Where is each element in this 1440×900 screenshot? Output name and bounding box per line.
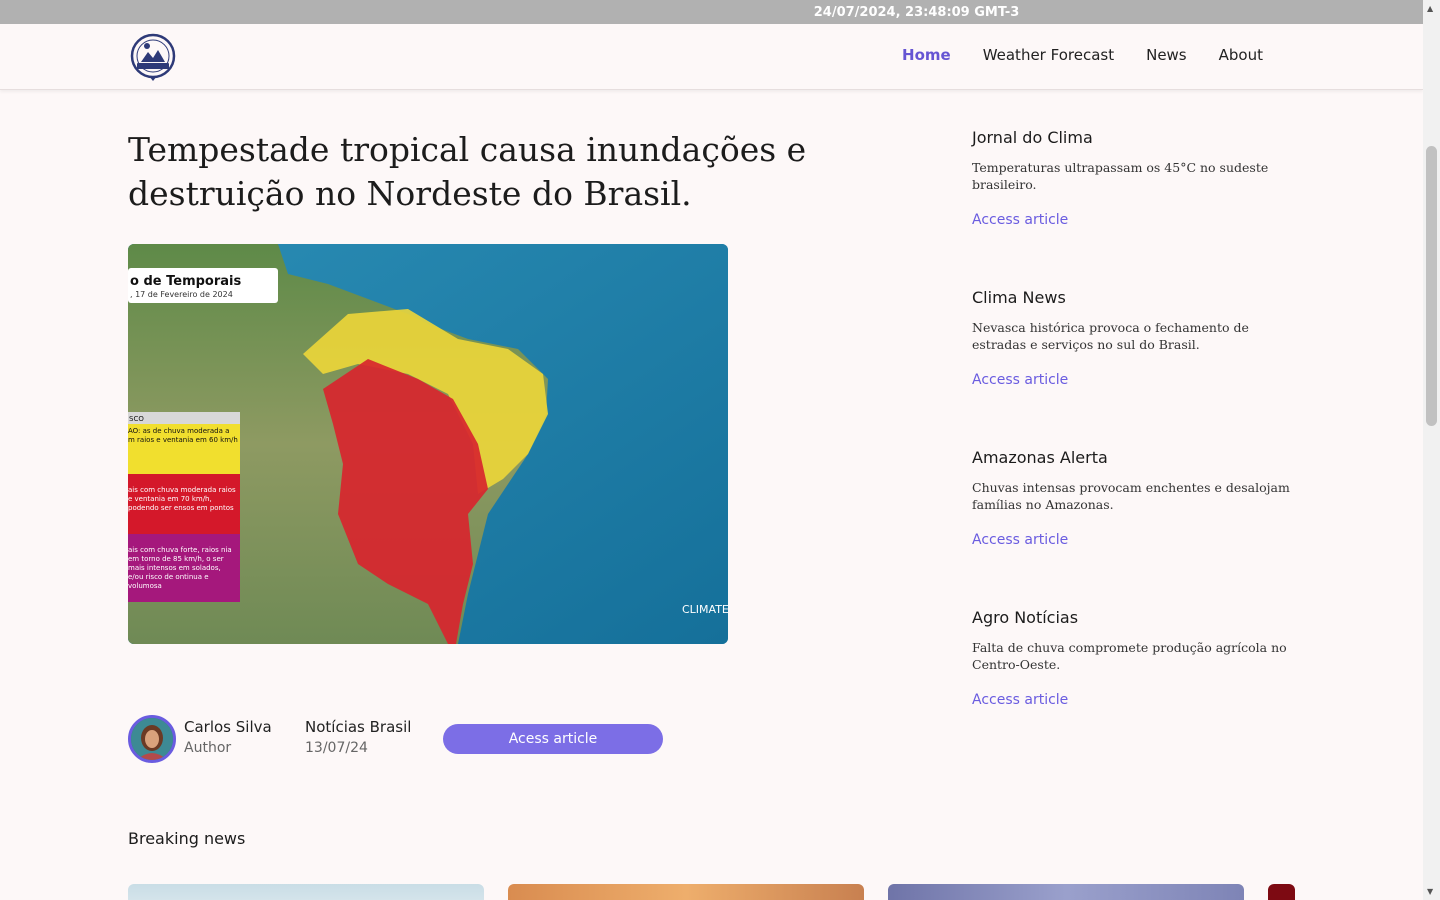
sidebar-news-desc: Chuvas intensas provocam enchentes e des… bbox=[972, 480, 1290, 512]
article-hero-image[interactable]: o de Temporais , 17 de Fevereiro de 2024… bbox=[128, 244, 728, 644]
datetime-bar: 24/07/2024, 23:48:09 GMT-3 bbox=[0, 0, 1423, 24]
sidebar-news-title: Clima News bbox=[972, 288, 1066, 307]
sidebar-news-desc: Falta de chuva compromete produção agríc… bbox=[972, 640, 1287, 672]
sidebar-news: Jornal do Clima Temperaturas ultrapassam… bbox=[972, 128, 1302, 768]
map-legend-header: SCO bbox=[129, 415, 144, 423]
breaking-news-heading: Breaking news bbox=[128, 829, 246, 848]
author-avatar bbox=[128, 715, 176, 763]
map-date: , 17 de Fevereiro de 2024 bbox=[130, 290, 233, 299]
access-article-button[interactable]: Acess article bbox=[443, 724, 663, 754]
page-scrollbar[interactable]: ▲ ▼ bbox=[1423, 0, 1440, 900]
nav-home[interactable]: Home bbox=[902, 46, 951, 64]
legend-purple-text: ais com chuva forte, raios nia em torno … bbox=[128, 546, 232, 590]
sidebar-access-link[interactable]: Access article bbox=[972, 212, 1068, 228]
breaking-news-card[interactable] bbox=[1268, 884, 1295, 900]
weather-trip-logo[interactable] bbox=[129, 32, 177, 82]
sidebar-access-link[interactable]: Access article bbox=[972, 692, 1068, 708]
sidebar-news-title: Jornal do Clima bbox=[972, 128, 1093, 147]
nav-news[interactable]: News bbox=[1146, 46, 1187, 64]
nav-about[interactable]: About bbox=[1219, 46, 1263, 64]
sidebar-access-link[interactable]: Access article bbox=[972, 372, 1068, 388]
scroll-down-arrow-icon[interactable]: ▼ bbox=[1427, 887, 1433, 896]
sidebar-news-title: Agro Notícias bbox=[972, 608, 1079, 627]
map-watermark: CLIMATE bbox=[682, 603, 728, 616]
sidebar-news-item: Clima News Nevasca histórica provoca o f… bbox=[972, 288, 1302, 448]
article-date: 13/07/24 bbox=[305, 740, 368, 756]
sidebar-news-title: Amazonas Alerta bbox=[972, 448, 1108, 467]
legend-red-text: ais com chuva moderada raios e ventania … bbox=[128, 486, 236, 512]
sidebar-news-item: Amazonas Alerta Chuvas intensas provocam… bbox=[972, 448, 1302, 608]
author-name: Carlos Silva bbox=[184, 718, 272, 736]
article-source: Notícias Brasil bbox=[305, 718, 412, 736]
sidebar-news-item: Agro Notícias Falta de chuva compromete … bbox=[972, 608, 1302, 768]
scrollbar-thumb[interactable] bbox=[1426, 146, 1437, 426]
scroll-up-arrow-icon[interactable]: ▲ bbox=[1427, 4, 1433, 13]
sidebar-news-desc: Nevasca histórica provoca o fechamento d… bbox=[972, 320, 1249, 352]
breaking-news-card[interactable] bbox=[508, 884, 864, 900]
nav-links: Home Weather Forecast News About bbox=[902, 46, 1263, 64]
nav-weather-forecast[interactable]: Weather Forecast bbox=[983, 46, 1114, 64]
breaking-news-card[interactable] bbox=[128, 884, 484, 900]
datetime-text: 24/07/2024, 23:48:09 GMT-3 bbox=[813, 4, 1020, 20]
breaking-news-card[interactable] bbox=[888, 884, 1244, 900]
article-headline: Tempestade tropical causa inundações e d… bbox=[128, 130, 807, 213]
sidebar-news-item: Jornal do Clima Temperaturas ultrapassam… bbox=[972, 128, 1302, 288]
navbar: Home Weather Forecast News About bbox=[0, 24, 1423, 90]
map-title: o de Temporais bbox=[130, 274, 241, 289]
sidebar-news-desc: Temperaturas ultrapassam os 45°C no sude… bbox=[972, 160, 1269, 192]
legend-yellow-text: AO: as de chuva moderada a m raios e ven… bbox=[128, 427, 238, 444]
sidebar-access-link[interactable]: Access article bbox=[972, 532, 1068, 548]
author-role: Author bbox=[184, 740, 232, 756]
